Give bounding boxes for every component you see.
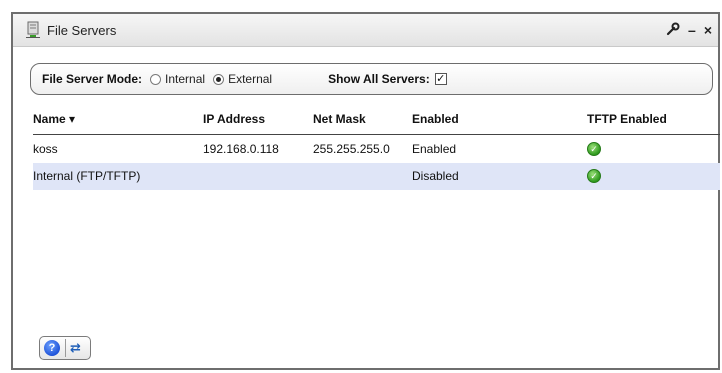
- header-divider: [33, 134, 720, 135]
- column-ip-address[interactable]: IP Address: [203, 112, 265, 126]
- file-servers-window: File Servers – × File Server Mode: Inter…: [11, 12, 720, 370]
- footer-button-group: ? ⇄: [39, 336, 91, 360]
- minimize-icon[interactable]: –: [688, 23, 696, 37]
- cell-ip: 192.168.0.118: [203, 142, 279, 156]
- file-server-mode-bar: File Server Mode: Internal External Show…: [30, 63, 713, 95]
- radio-external[interactable]: [213, 73, 225, 85]
- cell-name: koss: [33, 142, 58, 156]
- help-button[interactable]: ?: [44, 340, 60, 356]
- radio-internal[interactable]: [150, 73, 162, 85]
- cell-enabled: Disabled: [412, 169, 459, 183]
- close-icon[interactable]: ×: [704, 23, 712, 37]
- button-divider: [65, 339, 66, 357]
- file-server-mode-label: File Server Mode:: [42, 72, 143, 86]
- title-bar: File Servers – ×: [13, 14, 718, 47]
- tftp-enabled-check-icon: ✓: [587, 169, 601, 183]
- table-row[interactable]: koss 192.168.0.118 255.255.255.0 Enabled…: [33, 136, 720, 163]
- column-net-mask[interactable]: Net Mask: [313, 112, 366, 126]
- show-all-servers-label: Show All Servers:: [328, 72, 430, 86]
- wrench-icon[interactable]: [666, 22, 680, 38]
- radio-internal-label: Internal: [165, 72, 206, 86]
- table-header: Name ▾ IP Address Net Mask Enabled TFTP …: [33, 112, 720, 130]
- server-icon: [25, 21, 41, 39]
- radio-external-label: External: [228, 72, 273, 86]
- refresh-icon[interactable]: ⇄: [70, 340, 81, 356]
- cell-mask: 255.255.255.0: [313, 142, 390, 156]
- table-row[interactable]: Internal (FTP/TFTP) Disabled ✓: [33, 163, 720, 190]
- cell-name: Internal (FTP/TFTP): [33, 169, 141, 183]
- window-tools: – ×: [666, 14, 712, 46]
- column-enabled[interactable]: Enabled: [412, 112, 459, 126]
- tftp-enabled-check-icon: ✓: [587, 142, 601, 156]
- column-tftp-enabled[interactable]: TFTP Enabled: [587, 112, 667, 126]
- cell-enabled: Enabled: [412, 142, 457, 156]
- window-title: File Servers: [47, 22, 117, 38]
- column-name[interactable]: Name ▾: [33, 112, 75, 126]
- show-all-servers-checkbox[interactable]: ✓: [434, 73, 447, 85]
